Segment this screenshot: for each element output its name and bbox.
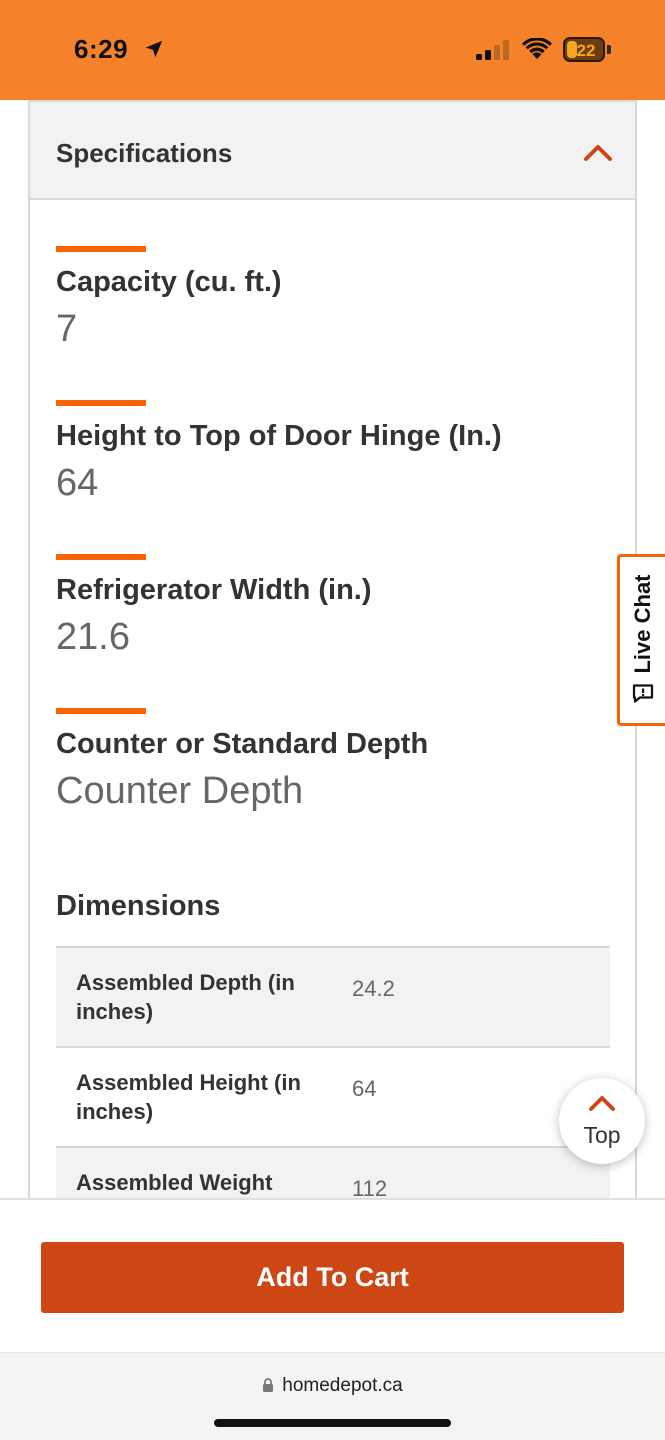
table-row: Assembled Weight 112 bbox=[56, 1148, 610, 1200]
home-indicator[interactable] bbox=[214, 1419, 451, 1427]
dimensions-table: Assembled Depth (in inches) 24.2 Assembl… bbox=[56, 946, 610, 1200]
spec-value: Counter Depth bbox=[56, 770, 304, 812]
table-row: Assembled Height (in inches) 64 bbox=[56, 1048, 610, 1148]
spec-depth-type: Counter or Standard Depth Counter Depth bbox=[56, 708, 616, 814]
specifications-title: Specifications bbox=[56, 138, 233, 168]
lock-icon bbox=[263, 1378, 274, 1392]
spec-label: Height to Top of Door Hinge (In.) bbox=[56, 420, 502, 452]
status-bar: 6:29 22 bbox=[0, 0, 665, 100]
chevron-up-icon bbox=[589, 1096, 615, 1111]
wifi-icon bbox=[522, 38, 552, 59]
live-chat-label: Live Chat bbox=[629, 574, 655, 674]
cell-signal-icon bbox=[476, 40, 509, 60]
live-chat-button[interactable]: Live Chat bbox=[617, 554, 665, 726]
battery-level: 22 bbox=[576, 41, 596, 60]
spec-value: 21.6 bbox=[56, 616, 130, 658]
dimension-name: Assembled Depth (in inches) bbox=[76, 970, 295, 1024]
specifications-panel: Specifications Capacity (cu. ft.) 7 Heig… bbox=[28, 100, 637, 1200]
dimension-name: Assembled Weight bbox=[76, 1170, 273, 1195]
dimension-name: Assembled Height (in inches) bbox=[76, 1070, 301, 1124]
spec-value: 64 bbox=[56, 462, 99, 504]
bottom-action-bar: Add To Cart bbox=[0, 1198, 665, 1352]
dimension-value: 64 bbox=[352, 1076, 377, 1101]
accent-bar bbox=[56, 400, 146, 406]
add-to-cart-button[interactable]: Add To Cart bbox=[41, 1242, 624, 1313]
spec-label: Refrigerator Width (in.) bbox=[56, 574, 372, 606]
accent-bar bbox=[56, 554, 146, 560]
dimension-value: 112 bbox=[352, 1176, 388, 1200]
specifications-header[interactable]: Specifications bbox=[30, 100, 635, 200]
spec-label: Counter or Standard Depth bbox=[56, 728, 429, 760]
url-text: homedepot.ca bbox=[282, 1375, 403, 1396]
spec-value: 7 bbox=[56, 308, 78, 350]
top-label: Top bbox=[583, 1122, 621, 1148]
browser-address-bar[interactable]: homedepot.ca bbox=[0, 1352, 665, 1440]
spec-hinge-height: Height to Top of Door Hinge (In.) 64 bbox=[56, 400, 616, 506]
dimension-value: 24.2 bbox=[352, 976, 395, 1001]
location-arrow-icon bbox=[145, 40, 163, 58]
dimensions-title: Dimensions bbox=[56, 890, 221, 922]
table-row: Assembled Depth (in inches) 24.2 bbox=[56, 948, 610, 1048]
spec-label: Capacity (cu. ft.) bbox=[56, 266, 282, 298]
accent-bar bbox=[56, 708, 146, 714]
spec-capacity: Capacity (cu. ft.) 7 bbox=[56, 246, 616, 352]
chevron-up-icon[interactable] bbox=[583, 142, 613, 162]
back-to-top-button[interactable]: Top bbox=[559, 1078, 645, 1164]
status-time: 6:29 bbox=[74, 34, 129, 64]
accent-bar bbox=[56, 246, 146, 252]
chat-bubble-icon bbox=[632, 684, 653, 703]
battery-icon: 22 bbox=[563, 37, 611, 62]
spec-width: Refrigerator Width (in.) 21.6 bbox=[56, 554, 616, 660]
